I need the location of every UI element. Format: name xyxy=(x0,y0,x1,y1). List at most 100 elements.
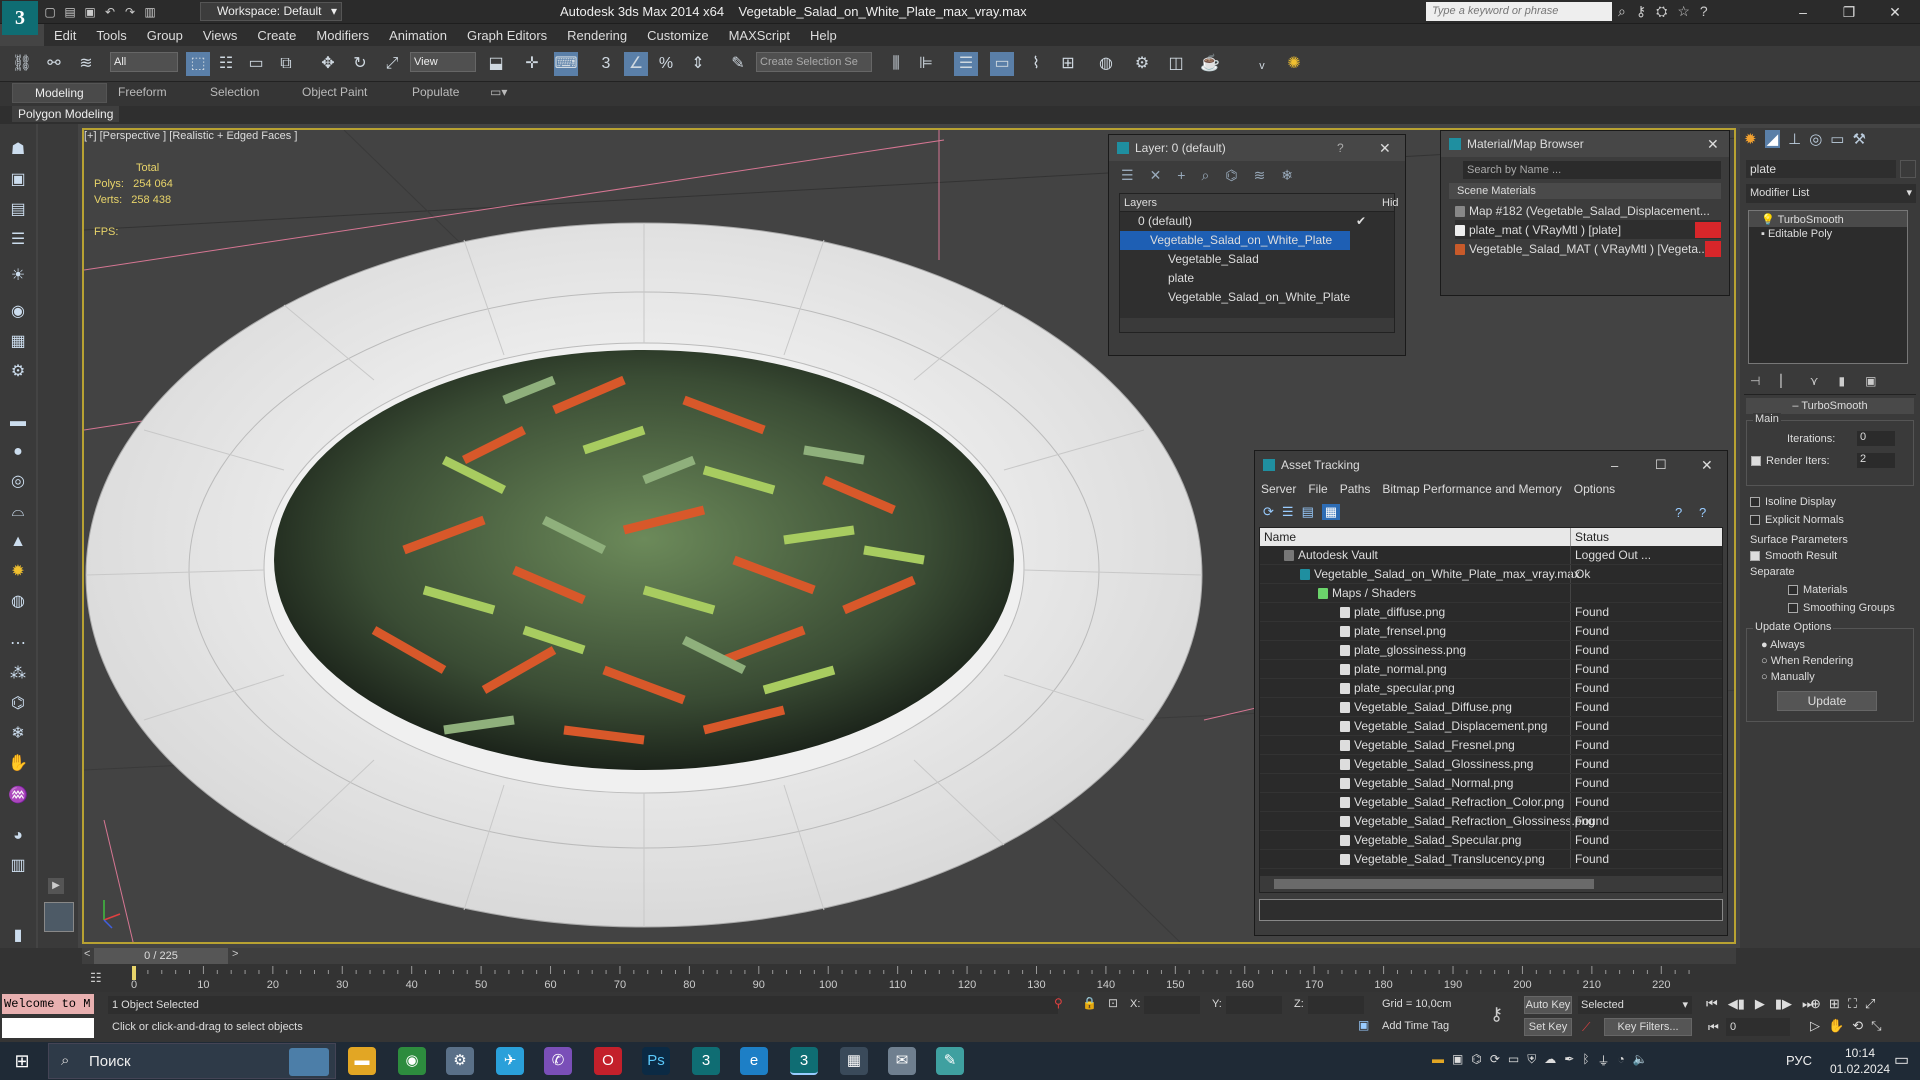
tray-usb-icon[interactable]: ⏚ xyxy=(1598,1052,1610,1069)
tab-selection[interactable]: Selection xyxy=(210,85,259,99)
select-object-icon[interactable]: ⬚ xyxy=(186,52,210,76)
viber-icon[interactable]: ✆ xyxy=(544,1047,572,1075)
opera-icon[interactable]: O xyxy=(594,1047,622,1075)
track-bar-toggle-icon[interactable]: ☷ xyxy=(90,970,112,988)
time-tag-icon[interactable]: ▣ xyxy=(1358,1018,1369,1032)
layer-row[interactable]: Vegetable_Salad_on_White_Plate xyxy=(1120,288,1394,307)
mail-icon[interactable]: ✉ xyxy=(888,1047,916,1075)
render-iters-spinner[interactable]: 2 xyxy=(1857,453,1895,468)
hair-icon[interactable]: ♒ xyxy=(6,784,30,808)
asset-row[interactable]: Autodesk Vault Logged Out ... xyxy=(1260,546,1722,565)
notepad-icon[interactable]: ✎ xyxy=(936,1047,964,1075)
asset-path-field[interactable] xyxy=(1259,899,1723,921)
help-icon[interactable]: ? xyxy=(1337,141,1344,155)
tray-pen-icon[interactable]: ✒ xyxy=(1564,1052,1574,1069)
stack-item-editable-poly[interactable]: ▪ Editable Poly xyxy=(1749,227,1907,240)
material-item[interactable]: Map #182 (Vegetable_Salad_Displacement..… xyxy=(1455,201,1721,220)
new-file-icon[interactable]: ▢ xyxy=(42,4,58,20)
spinner-snap-icon[interactable]: ⇕ xyxy=(686,52,710,76)
schematic-view-icon[interactable]: ⊞ xyxy=(1056,52,1080,76)
menu-animation[interactable]: Animation xyxy=(379,28,457,43)
snowflake-icon[interactable]: ❄ xyxy=(6,722,30,746)
always-radio[interactable]: ● Always xyxy=(1761,639,1805,651)
unlink-icon[interactable]: ⚯ xyxy=(42,52,66,76)
asset-row[interactable]: plate_frensel.png Found xyxy=(1260,622,1722,641)
clock[interactable]: 10:14 01.02.2024 xyxy=(1830,1045,1890,1077)
zoom-extents-icon[interactable]: ⛶ xyxy=(1848,996,1857,1012)
ball-icon[interactable]: ◕ xyxy=(6,824,30,848)
menu-edit[interactable]: Edit xyxy=(44,28,86,43)
menu-bitmap-performance[interactable]: Bitmap Performance and Memory xyxy=(1382,479,1561,499)
detail-view-icon[interactable]: ▤ xyxy=(1302,504,1314,520)
redo-icon[interactable]: ↷ xyxy=(122,4,138,20)
render-icon[interactable]: ☕ xyxy=(1198,52,1222,76)
menu-rendering[interactable]: Rendering xyxy=(557,28,637,43)
tray-bluetooth-icon[interactable]: ᛒ xyxy=(1582,1052,1589,1069)
grid-icon[interactable]: ⋯ xyxy=(6,632,30,656)
play-icon[interactable]: ▶ xyxy=(1755,996,1765,1012)
scale-icon[interactable]: ⤢ xyxy=(380,52,404,76)
tray-update-icon[interactable]: ⟳ xyxy=(1490,1052,1500,1069)
col-layers[interactable]: Layers xyxy=(1124,197,1157,209)
tray-wifi-icon[interactable]: ◔ xyxy=(1618,1052,1625,1069)
asset-row[interactable]: plate_normal.png Found xyxy=(1260,660,1722,679)
display-tab-icon[interactable]: ▭ xyxy=(1830,130,1844,148)
asset-row[interactable]: Vegetable_Salad_Specular.png Found xyxy=(1260,831,1722,850)
save-file-icon[interactable]: ▣ xyxy=(82,4,98,20)
ribbon-toggle-icon[interactable]: ▭ xyxy=(990,52,1014,76)
3dsmax-icon[interactable]: 3 xyxy=(692,1047,720,1075)
menu-paths[interactable]: Paths xyxy=(1340,479,1371,499)
polygon-modeling-tab[interactable]: Polygon Modeling xyxy=(12,106,120,122)
render-iters-checkbox[interactable]: Render Iters: xyxy=(1751,455,1830,467)
refresh-icon[interactable]: ⟳ xyxy=(1263,504,1274,520)
minimize-icon[interactable]: – xyxy=(1611,458,1618,473)
set-key-button[interactable]: Set Key xyxy=(1524,1018,1572,1036)
vray-icon[interactable]: ᵥ xyxy=(1250,52,1274,76)
dots-icon[interactable]: ⁂ xyxy=(6,662,30,686)
asset-row[interactable]: Vegetable_Salad_Diffuse.png Found xyxy=(1260,698,1722,717)
menu-graph-editors[interactable]: Graph Editors xyxy=(457,28,557,43)
rect-selection-icon[interactable]: ▭ xyxy=(244,52,268,76)
undo-icon[interactable]: ↶ xyxy=(102,4,118,20)
set-keys-icon[interactable]: ⟋ xyxy=(1582,1020,1590,1035)
layer-row[interactable]: Vegetable_Salad xyxy=(1120,250,1394,269)
time-prev-icon[interactable]: < xyxy=(82,948,90,960)
sun-icon[interactable]: ✹ xyxy=(6,560,30,584)
star-icon[interactable]: ☆ xyxy=(1677,3,1690,20)
torus-icon[interactable]: ◎ xyxy=(6,470,30,494)
sphere-icon[interactable]: ● xyxy=(6,440,30,464)
open-file-icon[interactable]: ▤ xyxy=(62,4,78,20)
chrome-icon[interactable]: ◉ xyxy=(398,1047,426,1075)
zoom-all-icon[interactable]: ⊞ xyxy=(1829,996,1840,1012)
freeze-layers-icon[interactable]: ❄ xyxy=(1281,167,1293,184)
asset-row[interactable]: Maps / Shaders xyxy=(1260,584,1722,603)
select-manipulate-icon[interactable]: ✛ xyxy=(520,52,544,76)
key-mode-icon[interactable]: ⏮ xyxy=(1708,1020,1719,1035)
minimize-button[interactable]: – xyxy=(1780,0,1826,24)
layer-row-selected[interactable]: Vegetable_Salad_on_White_Plate xyxy=(1120,231,1350,250)
hand-icon[interactable]: ✋ xyxy=(6,752,30,776)
asset-row[interactable]: plate_glossiness.png Found xyxy=(1260,641,1722,660)
help-icon[interactable]: ? xyxy=(1700,3,1708,20)
asset-row[interactable]: Vegetable_Salad_Fresnel.png Found xyxy=(1260,736,1722,755)
frame-ruler[interactable]: 0 10 20 30 40 50 60 70 80 90 100 110 120 130 140 150 160… xyxy=(120,966,1700,992)
menu-maxscript[interactable]: MAXScript xyxy=(719,28,800,43)
hierarchy-tab-icon[interactable]: ⊥ xyxy=(1788,130,1801,148)
snap-3d-icon[interactable]: 3 xyxy=(594,52,618,76)
key-mode-dropdown[interactable]: Selected ▾ xyxy=(1578,996,1692,1014)
link-icon[interactable]: ⛓ xyxy=(10,52,34,76)
when-rendering-radio[interactable]: ○ When Rendering xyxy=(1761,655,1853,667)
teapot-icon[interactable]: ☗ xyxy=(6,138,30,162)
add-time-tag-button[interactable]: Add Time Tag xyxy=(1382,1020,1449,1032)
layer-row[interactable]: 0 (default) ✔ xyxy=(1120,212,1394,231)
scene-materials-section[interactable]: Scene Materials xyxy=(1449,183,1721,199)
lamp-icon[interactable]: ☀ xyxy=(6,264,30,288)
network-icon[interactable]: ⌬ xyxy=(6,692,30,716)
signin-icon[interactable]: ⛭ xyxy=(1656,3,1667,20)
key-filters-button[interactable]: Key Filters... xyxy=(1604,1018,1692,1036)
menu-group[interactable]: Group xyxy=(137,28,193,43)
move-icon[interactable]: ✥ xyxy=(316,52,340,76)
tray-shield-icon[interactable]: ⛨ xyxy=(1527,1052,1536,1069)
maxscript-listener[interactable]: Welcome to M xyxy=(2,994,94,1014)
make-unique-icon[interactable]: ⋎ xyxy=(1810,374,1819,388)
